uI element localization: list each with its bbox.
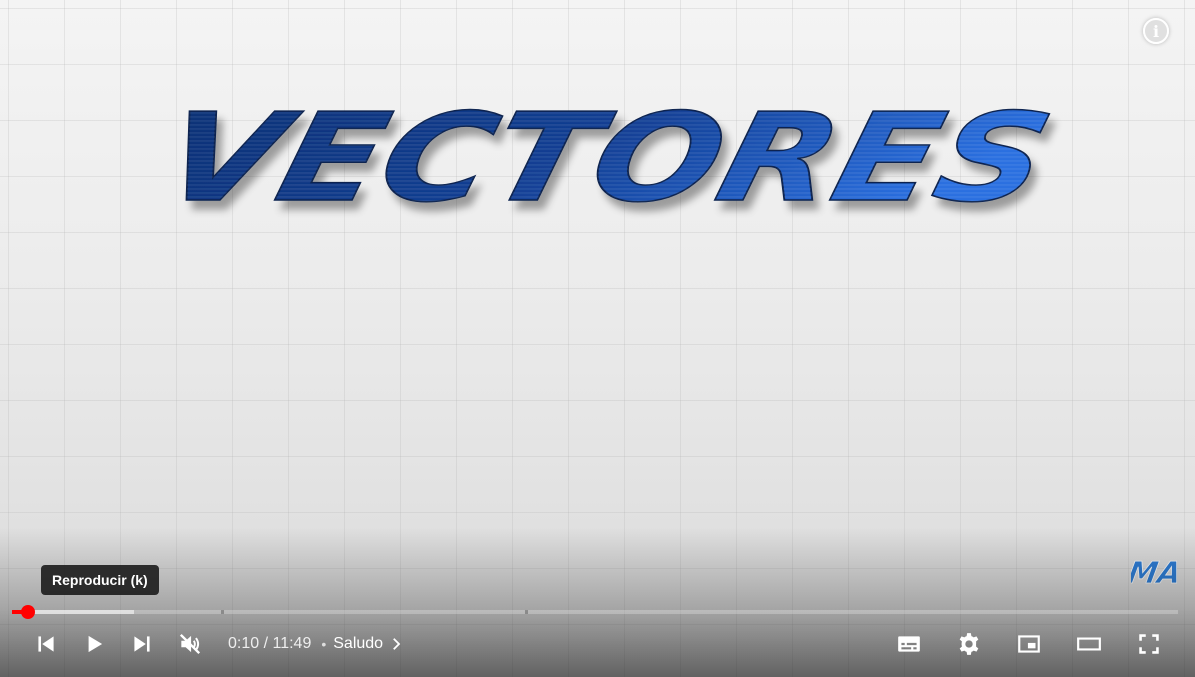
fullscreen-icon — [1139, 634, 1159, 654]
previous-icon — [38, 636, 54, 652]
mute-button[interactable] — [166, 620, 214, 668]
muted-volume-icon — [179, 633, 201, 655]
previous-button[interactable] — [22, 620, 70, 668]
video-player[interactable]: VECTORES VECTORES i MA Reproducir (k) — [0, 0, 1195, 677]
chapter-divider — [525, 610, 529, 614]
gear-icon — [959, 633, 979, 655]
theater-mode-button[interactable] — [1065, 620, 1113, 668]
chapter-title: Saludo — [333, 635, 384, 652]
control-bar: 0:10 / 11:49 • Saludo — [0, 620, 1195, 668]
subtitles-button[interactable] — [885, 620, 933, 668]
fullscreen-button[interactable] — [1125, 620, 1173, 668]
title-art-texture: VECTORES — [149, 88, 1064, 230]
chevron-right-icon — [393, 638, 401, 650]
play-tooltip: Reproducir (k) — [41, 565, 159, 595]
settings-button[interactable] — [945, 620, 993, 668]
miniplayer-button[interactable] — [1005, 620, 1053, 668]
next-button[interactable] — [118, 620, 166, 668]
play-button[interactable] — [70, 620, 118, 668]
next-icon — [134, 636, 150, 652]
time-display: 0:10 / 11:49 — [228, 635, 311, 653]
scrubber-handle[interactable] — [21, 605, 36, 619]
chapter-button[interactable]: Saludo — [333, 635, 405, 653]
subtitles-icon — [898, 636, 920, 652]
play-icon — [88, 635, 103, 653]
miniplayer-icon — [1018, 635, 1040, 653]
chapter-separator-dot: • — [321, 636, 327, 652]
theater-mode-icon — [1077, 637, 1101, 651]
chapter-divider — [220, 610, 224, 614]
info-icon[interactable]: i — [1143, 18, 1169, 44]
time-separator: / — [259, 635, 273, 652]
duration: 11:49 — [272, 635, 312, 652]
progress-bar[interactable] — [12, 605, 1178, 619]
video-title-art: VECTORES VECTORES — [140, 87, 1065, 230]
current-time: 0:10 — [228, 635, 260, 652]
progress-track — [12, 610, 1178, 614]
